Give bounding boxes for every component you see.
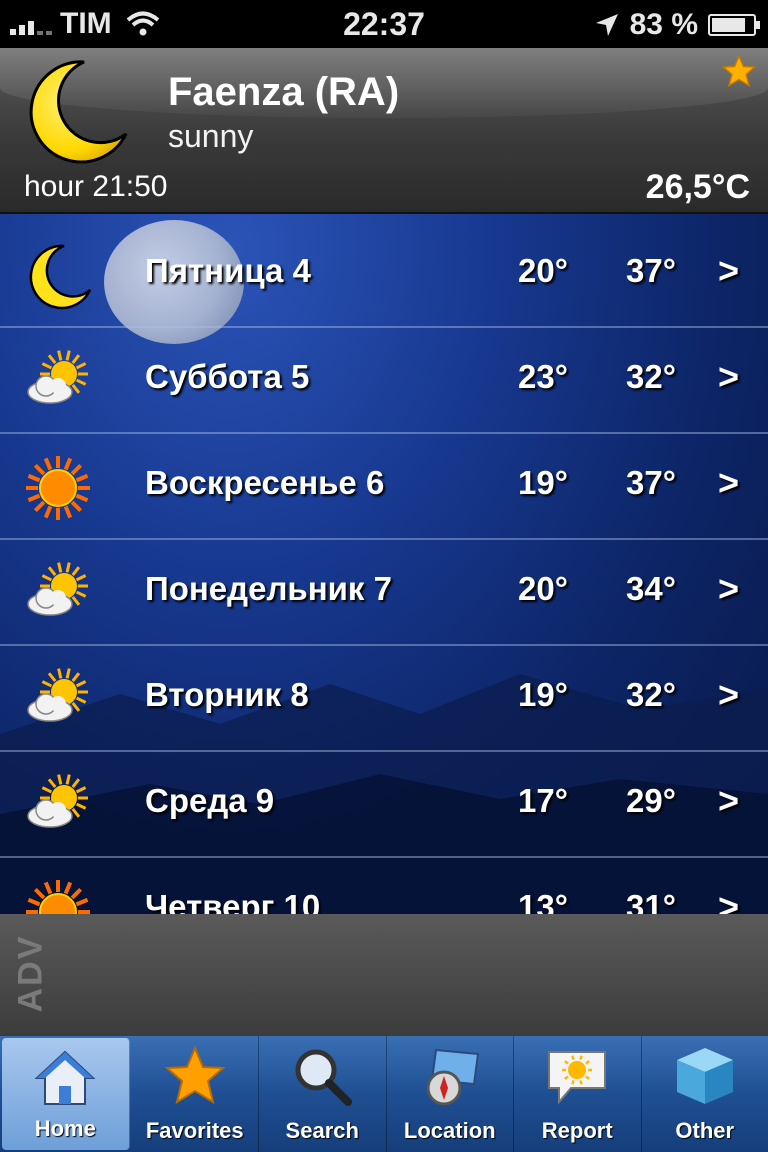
forecast-max-temp: 37°	[626, 252, 676, 289]
ad-banner[interactable]: ADV	[0, 914, 768, 1036]
star-icon	[163, 1044, 227, 1108]
forecast-min-temp: 17°	[518, 782, 568, 819]
battery-percent: 83 %	[629, 8, 698, 41]
forecast-row[interactable]: Понедельник 7 20° 34° >	[0, 540, 768, 646]
chevron-right-icon[interactable]: >	[718, 780, 739, 822]
forecast-day: Понедельник 7	[145, 570, 392, 607]
forecast-max-temp: 34°	[626, 570, 676, 607]
ad-label: ADV	[11, 934, 50, 1013]
tab-other[interactable]: Other	[642, 1036, 768, 1152]
tab-favorites[interactable]: Favorites	[132, 1036, 259, 1152]
report-bubble-icon	[545, 1044, 609, 1108]
forecast-day: Пятница 4	[145, 252, 311, 289]
chevron-right-icon[interactable]: >	[718, 674, 739, 716]
status-bar: TIM 22:37 83 %	[0, 0, 768, 48]
tab-label: Home	[34, 1116, 96, 1141]
tab-search[interactable]: Search	[259, 1036, 387, 1152]
forecast-min-temp: 20°	[518, 570, 568, 607]
sun-cloud-icon	[24, 666, 92, 734]
forecast-max-temp: 37°	[626, 464, 676, 501]
sun-icon	[24, 454, 92, 522]
tab-home[interactable]: Home	[2, 1038, 130, 1150]
forecast-row[interactable]: Воскресенье 6 19° 37° >	[0, 434, 768, 540]
forecast-min-temp: 19°	[518, 464, 568, 501]
sun-cloud-icon	[24, 348, 92, 416]
chevron-right-icon[interactable]: >	[718, 356, 739, 398]
favorite-star-icon[interactable]	[722, 54, 756, 88]
forecast-day: Воскресенье 6	[145, 464, 385, 501]
forecast-row[interactable]: Пятница 4 20° 37° >	[0, 222, 768, 328]
tab-label: Report	[541, 1118, 613, 1143]
tab-label: Location	[403, 1118, 496, 1143]
forecast-row[interactable]: Четверг 10 13° 31° >	[0, 858, 768, 914]
sun-icon	[24, 878, 92, 914]
battery-icon	[708, 14, 760, 36]
forecast-max-temp: 31°	[626, 888, 676, 914]
chevron-right-icon[interactable]: >	[718, 886, 739, 914]
forecast-min-temp: 19°	[518, 676, 568, 713]
compass-map-icon	[418, 1044, 482, 1108]
sun-cloud-icon	[24, 772, 92, 840]
chevron-right-icon[interactable]: >	[718, 250, 739, 292]
chevron-right-icon[interactable]: >	[718, 568, 739, 610]
forecast-min-temp: 23°	[518, 358, 568, 395]
tab-label: Search	[285, 1118, 359, 1143]
forecast-row[interactable]: Суббота 5 23° 32° >	[0, 328, 768, 434]
tab-bar: Home Favorites Search Location Report Other	[0, 1036, 768, 1152]
forecast-max-temp: 29°	[626, 782, 676, 819]
forecast-max-temp: 32°	[626, 358, 676, 395]
forecast-day: Четверг 10	[145, 888, 321, 914]
current-weather-header: Faenza (RA) sunny hour 21:50 26,5°C	[0, 48, 768, 214]
tab-report[interactable]: Report	[514, 1036, 642, 1152]
sun-cloud-icon	[24, 560, 92, 628]
forecast-min-temp: 20°	[518, 252, 568, 289]
city-name: Faenza (RA)	[168, 70, 400, 114]
weather-condition: sunny	[168, 118, 254, 154]
battery-level	[712, 18, 746, 32]
forecast-day: Вторник 8	[145, 676, 309, 713]
moon-icon	[24, 242, 92, 310]
location-arrow-icon	[595, 14, 618, 36]
tab-location[interactable]: Location	[387, 1036, 514, 1152]
forecast-day: Суббота 5	[145, 358, 310, 395]
magnifier-icon	[290, 1044, 354, 1108]
forecast-max-temp: 32°	[626, 676, 676, 713]
forecast-list: Пятница 4 20° 37° > Суббота 5 23° 32° > Воскресе…	[0, 214, 768, 914]
forecast-row[interactable]: Вторник 8 19° 32° >	[0, 646, 768, 752]
moon-icon	[29, 60, 128, 164]
tab-label: Other	[675, 1118, 735, 1143]
forecast-min-temp: 13°	[518, 888, 568, 914]
forecast-day: Среда 9	[145, 782, 275, 819]
tab-label: Favorites	[145, 1118, 244, 1143]
chevron-right-icon[interactable]: >	[718, 462, 739, 504]
home-icon	[33, 1046, 97, 1110]
forecast-row[interactable]: Среда 9 17° 29° >	[0, 752, 768, 858]
cube-icon	[673, 1044, 737, 1108]
observation-hour: hour 21:50	[24, 170, 168, 203]
current-temperature: 26,5°C	[645, 168, 750, 206]
